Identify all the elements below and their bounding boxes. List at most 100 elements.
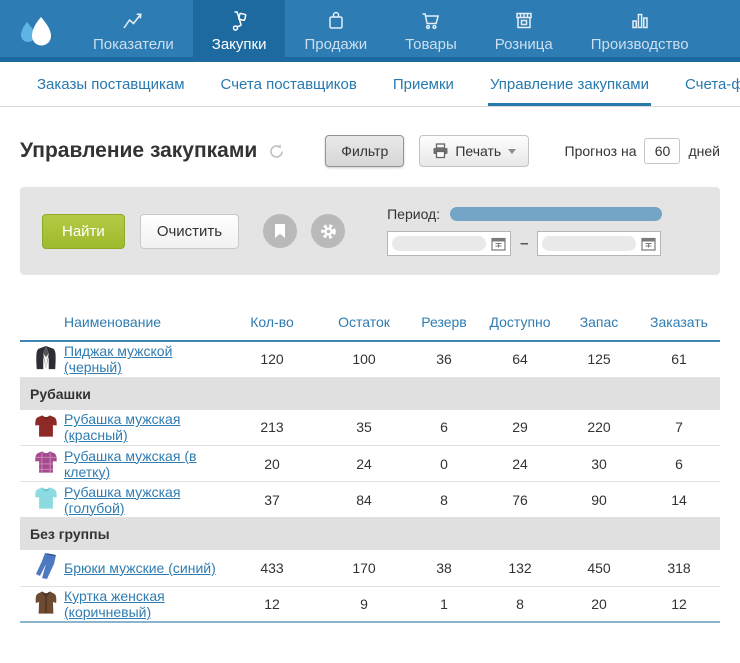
gear-icon — [319, 222, 338, 241]
cell-supply: 20 — [560, 586, 638, 622]
tab-scheta-postavshchikov[interactable]: Счета поставщиков — [221, 62, 357, 106]
cell-stock: 100 — [320, 341, 408, 377]
calendar-icon[interactable] — [491, 237, 506, 251]
nav-label: Продажи — [304, 36, 367, 53]
product-link[interactable]: Рубашка мужская (голубой) — [64, 484, 180, 516]
filter-button[interactable]: Фильтр — [325, 135, 404, 167]
calendar-icon[interactable] — [641, 237, 656, 251]
date-from-input[interactable] — [387, 231, 511, 256]
cell-stock: 170 — [320, 550, 408, 586]
tab-upravlenie-zakupkami[interactable]: Управление закупками — [490, 62, 649, 106]
shopping-cart-icon — [419, 7, 443, 33]
forecast-suffix-label: дней — [688, 143, 720, 159]
cell-qty: 120 — [224, 341, 320, 377]
date-from-value — [392, 236, 486, 251]
product-link[interactable]: Брюки мужские (синий) — [64, 560, 216, 576]
bookmark-button[interactable] — [263, 214, 297, 248]
table-row[interactable]: Куртка женская (коричневый) 12 9 1 8 20 … — [20, 586, 720, 622]
date-to-value — [542, 236, 636, 251]
column-header-stock[interactable]: Остаток — [320, 308, 408, 341]
cell-qty: 20 — [224, 446, 320, 482]
find-button[interactable]: Найти — [42, 214, 125, 249]
storefront-icon — [512, 7, 536, 33]
cell-order: 318 — [638, 550, 720, 586]
refresh-icon[interactable] — [268, 143, 285, 160]
cell-reserve: 1 — [408, 586, 480, 622]
cell-order: 12 — [638, 586, 720, 622]
cell-qty: 213 — [224, 410, 320, 446]
table-row[interactable]: Рубашка мужская (красный) 213 35 6 29 22… — [20, 410, 720, 446]
hand-truck-icon — [227, 7, 251, 33]
tab-scheta-faktury[interactable]: Счета-фактуры пол — [685, 62, 740, 106]
column-header-name[interactable]: Наименование — [64, 308, 224, 341]
cell-qty: 37 — [224, 482, 320, 518]
column-header-order[interactable]: Заказать — [638, 308, 720, 341]
cell-stock: 84 — [320, 482, 408, 518]
section-tabs: Заказы поставщикам Счета поставщиков При… — [0, 62, 740, 107]
cell-supply: 125 — [560, 341, 638, 377]
cell-reserve: 8 — [408, 482, 480, 518]
group-label: Рубашки — [20, 377, 720, 410]
cell-stock: 35 — [320, 410, 408, 446]
cell-available: 8 — [480, 586, 560, 622]
product-link[interactable]: Рубашка мужская (красный) — [64, 411, 180, 443]
printer-icon — [432, 143, 449, 159]
print-label: Печать — [455, 143, 501, 159]
nav-item-prodazhi[interactable]: Продажи — [285, 0, 386, 62]
table-row[interactable]: Брюки мужские (синий) 433 170 38 132 450… — [20, 550, 720, 586]
table-header-row: Наименование Кол-во Остаток Резерв Досту… — [20, 308, 720, 341]
column-header-available[interactable]: Доступно — [480, 308, 560, 341]
filter-panel: Найти Очистить Период: – — [20, 187, 720, 275]
date-range-dash: – — [520, 235, 528, 252]
nav-item-tovary[interactable]: Товары — [386, 0, 476, 62]
top-nav: Показатели Закупки Продажи — [0, 0, 740, 62]
print-button[interactable]: Печать — [419, 135, 529, 167]
cell-available: 132 — [480, 550, 560, 586]
nav-item-proizvodstvo[interactable]: Производство — [572, 0, 708, 62]
column-header-qty[interactable]: Кол-во — [224, 308, 320, 341]
cell-reserve: 0 — [408, 446, 480, 482]
product-link[interactable]: Рубашка мужская (в клетку) — [64, 448, 196, 480]
date-to-input[interactable] — [537, 231, 661, 256]
purchases-table: Наименование Кол-во Остаток Резерв Досту… — [20, 308, 720, 623]
cell-supply: 220 — [560, 410, 638, 446]
nav-label: Товары — [405, 36, 457, 53]
nav-label: Показатели — [93, 36, 174, 53]
cell-available: 76 — [480, 482, 560, 518]
table-row[interactable]: Рубашка мужская (в клетку) 20 24 0 24 30… — [20, 446, 720, 482]
product-thumb-jacket — [34, 344, 58, 372]
product-link[interactable]: Пиджак мужской (черный) — [64, 343, 172, 375]
column-header-reserve[interactable]: Резерв — [408, 308, 480, 341]
forecast-days-input[interactable] — [644, 138, 680, 164]
cell-order: 61 — [638, 341, 720, 377]
app-logo[interactable] — [0, 0, 74, 62]
tab-priemki[interactable]: Приемки — [393, 62, 454, 106]
nav-label: Закупки — [212, 36, 267, 53]
nav-item-roznitsa[interactable]: Розница — [476, 0, 572, 62]
nav-item-pokazateli[interactable]: Показатели — [74, 0, 193, 62]
table-row[interactable]: Пиджак мужской (черный) 120 100 36 64 12… — [20, 341, 720, 377]
period-range-slider[interactable] — [450, 207, 662, 221]
moysklad-logo-icon — [15, 14, 59, 48]
product-thumb-shirt-plaid — [34, 449, 58, 475]
column-header-supply[interactable]: Запас — [560, 308, 638, 341]
table-row[interactable]: Рубашка мужская (голубой) 37 84 8 76 90 … — [20, 482, 720, 518]
cell-order: 6 — [638, 446, 720, 482]
group-label: Без группы — [20, 518, 720, 551]
tab-zakazy-postavshchikam[interactable]: Заказы поставщикам — [37, 62, 185, 106]
cell-reserve: 6 — [408, 410, 480, 446]
forecast-group: Прогноз на дней — [565, 138, 720, 164]
group-row[interactable]: Без группы — [20, 518, 720, 551]
group-row[interactable]: Рубашки — [20, 377, 720, 410]
nav-item-zakupki[interactable]: Закупки — [193, 0, 286, 62]
product-link[interactable]: Куртка женская (коричневый) — [64, 588, 165, 620]
product-thumb-coat — [34, 589, 58, 616]
settings-button[interactable] — [311, 214, 345, 248]
product-thumb-pants — [35, 552, 57, 580]
cell-available: 24 — [480, 446, 560, 482]
clear-button[interactable]: Очистить — [140, 214, 239, 249]
cell-available: 29 — [480, 410, 560, 446]
period-label: Период: — [387, 206, 440, 222]
cell-supply: 90 — [560, 482, 638, 518]
product-thumb-shirt — [34, 413, 58, 439]
